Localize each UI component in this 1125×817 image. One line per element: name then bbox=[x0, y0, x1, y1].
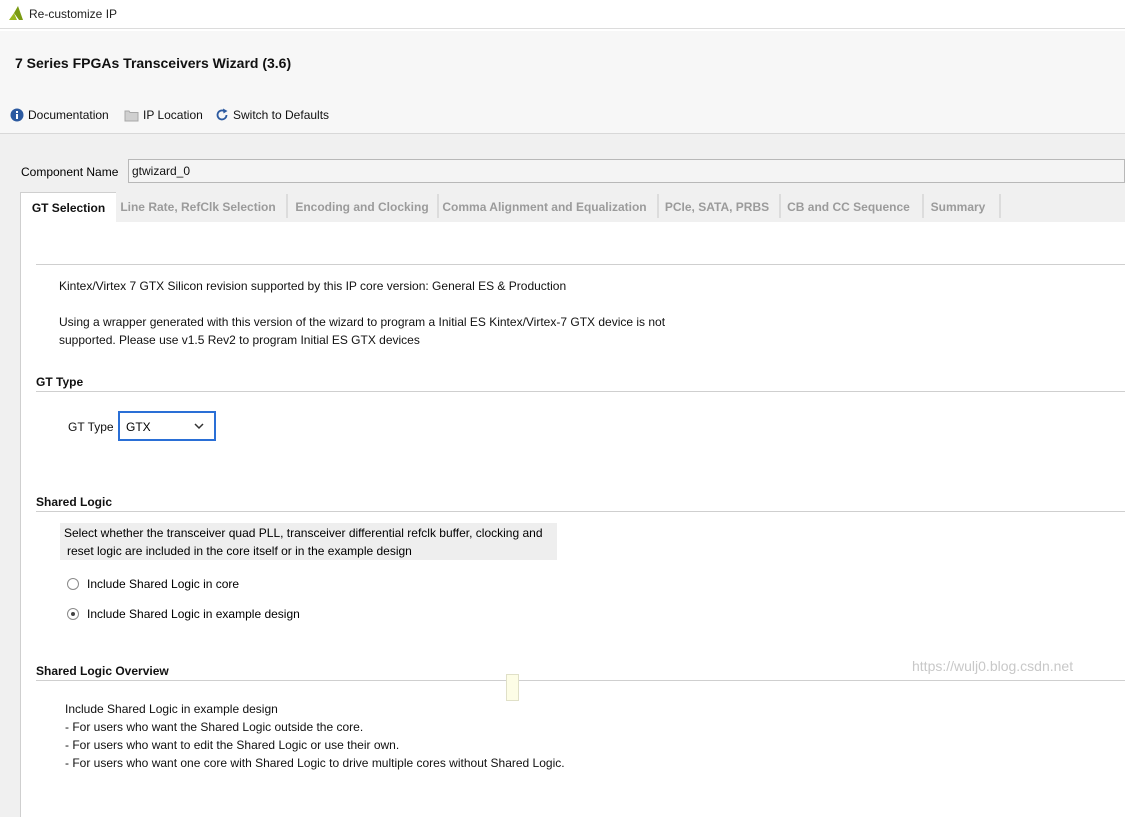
folder-icon bbox=[124, 110, 139, 121]
divider bbox=[36, 391, 1125, 392]
gt-type-label: GT Type bbox=[68, 420, 114, 434]
ip-location-button[interactable]: IP Location bbox=[124, 107, 203, 123]
component-name-label: Component Name bbox=[21, 165, 119, 179]
shared-logic-desc-line1: Select whether the transceiver quad PLL,… bbox=[64, 526, 543, 540]
resize-handle[interactable] bbox=[506, 674, 519, 701]
tab-gt-selection[interactable]: GT Selection bbox=[20, 192, 116, 222]
shared-logic-section-title: Shared Logic bbox=[36, 495, 113, 509]
shared-logic-desc-line2: reset logic are included in the core its… bbox=[67, 544, 412, 558]
documentation-button[interactable]: Documentation bbox=[10, 107, 109, 123]
component-name-input[interactable] bbox=[128, 159, 1125, 183]
documentation-label: Documentation bbox=[28, 108, 109, 122]
gt-type-value: GTX bbox=[126, 420, 151, 434]
radio-label: Include Shared Logic in example design bbox=[87, 607, 300, 621]
wrapper-note-line2: supported. Please use v1.5 Rev2 to progr… bbox=[59, 333, 420, 347]
wizard-body: Component Name GT Selection Line Rate, R… bbox=[0, 134, 1125, 817]
gt-type-section-title: GT Type bbox=[36, 375, 84, 389]
radio-button-checked[interactable] bbox=[67, 608, 79, 620]
overview-line: Include Shared Logic in example design bbox=[65, 702, 278, 716]
divider bbox=[36, 264, 1125, 265]
switch-to-defaults-button[interactable]: Switch to Defaults bbox=[215, 107, 329, 123]
radio-label: Include Shared Logic in core bbox=[87, 577, 240, 591]
tab-cb-cc-sequence[interactable]: CB and CC Sequence bbox=[781, 192, 916, 222]
divider bbox=[36, 511, 1125, 512]
chevron-down-icon bbox=[194, 423, 204, 430]
overview-line: - For users who want to edit the Shared … bbox=[65, 738, 400, 752]
tab-pcie-sata-prbs[interactable]: PCIe, SATA, PRBS bbox=[659, 192, 775, 222]
watermark: https://wulj0.blog.csdn.net bbox=[912, 658, 1074, 674]
info-icon bbox=[10, 108, 24, 122]
tab-separator bbox=[999, 194, 1001, 218]
tab-summary[interactable]: Summary bbox=[924, 192, 992, 222]
tab-line-rate-refclk[interactable]: Line Rate, RefClk Selection bbox=[116, 192, 280, 222]
radio-include-shared-logic-core[interactable]: Include Shared Logic in core bbox=[67, 576, 239, 592]
wrapper-note-line1: Using a wrapper generated with this vers… bbox=[59, 315, 666, 329]
gt-type-dropdown[interactable]: GTX bbox=[118, 411, 216, 441]
shared-logic-description: Select whether the transceiver quad PLL,… bbox=[60, 523, 557, 560]
overview-line: - For users who want the Shared Logic ou… bbox=[65, 720, 364, 734]
radio-include-shared-logic-example[interactable]: Include Shared Logic in example design bbox=[67, 606, 300, 622]
title-bar: Re-customize IP bbox=[0, 0, 1125, 29]
xilinx-logo-icon bbox=[8, 5, 24, 21]
window-title: Re-customize IP bbox=[29, 7, 118, 21]
wizard-title: 7 Series FPGAs Transceivers Wizard (3.6) bbox=[15, 55, 292, 71]
tab-encoding-clocking[interactable]: Encoding and Clocking bbox=[288, 192, 436, 222]
tab-bar: GT Selection Line Rate, RefClk Selection… bbox=[20, 192, 1125, 222]
silicon-revision-text: Kintex/Virtex 7 GTX Silicon revision sup… bbox=[59, 279, 567, 293]
shared-logic-overview-section-title: Shared Logic Overview bbox=[36, 664, 169, 678]
ip-location-label: IP Location bbox=[143, 108, 203, 122]
tab-comma-alignment[interactable]: Comma Alignment and Equalization bbox=[439, 192, 650, 222]
gt-selection-panel: Kintex/Virtex 7 GTX Silicon revision sup… bbox=[20, 222, 1125, 817]
radio-button-unchecked[interactable] bbox=[67, 578, 79, 590]
switch-to-defaults-label: Switch to Defaults bbox=[233, 108, 330, 122]
overview-line: - For users who want one core with Share… bbox=[65, 756, 565, 770]
divider bbox=[36, 680, 1125, 681]
refresh-icon bbox=[216, 108, 228, 121]
wizard-header: 7 Series FPGAs Transceivers Wizard (3.6)… bbox=[0, 31, 1125, 134]
